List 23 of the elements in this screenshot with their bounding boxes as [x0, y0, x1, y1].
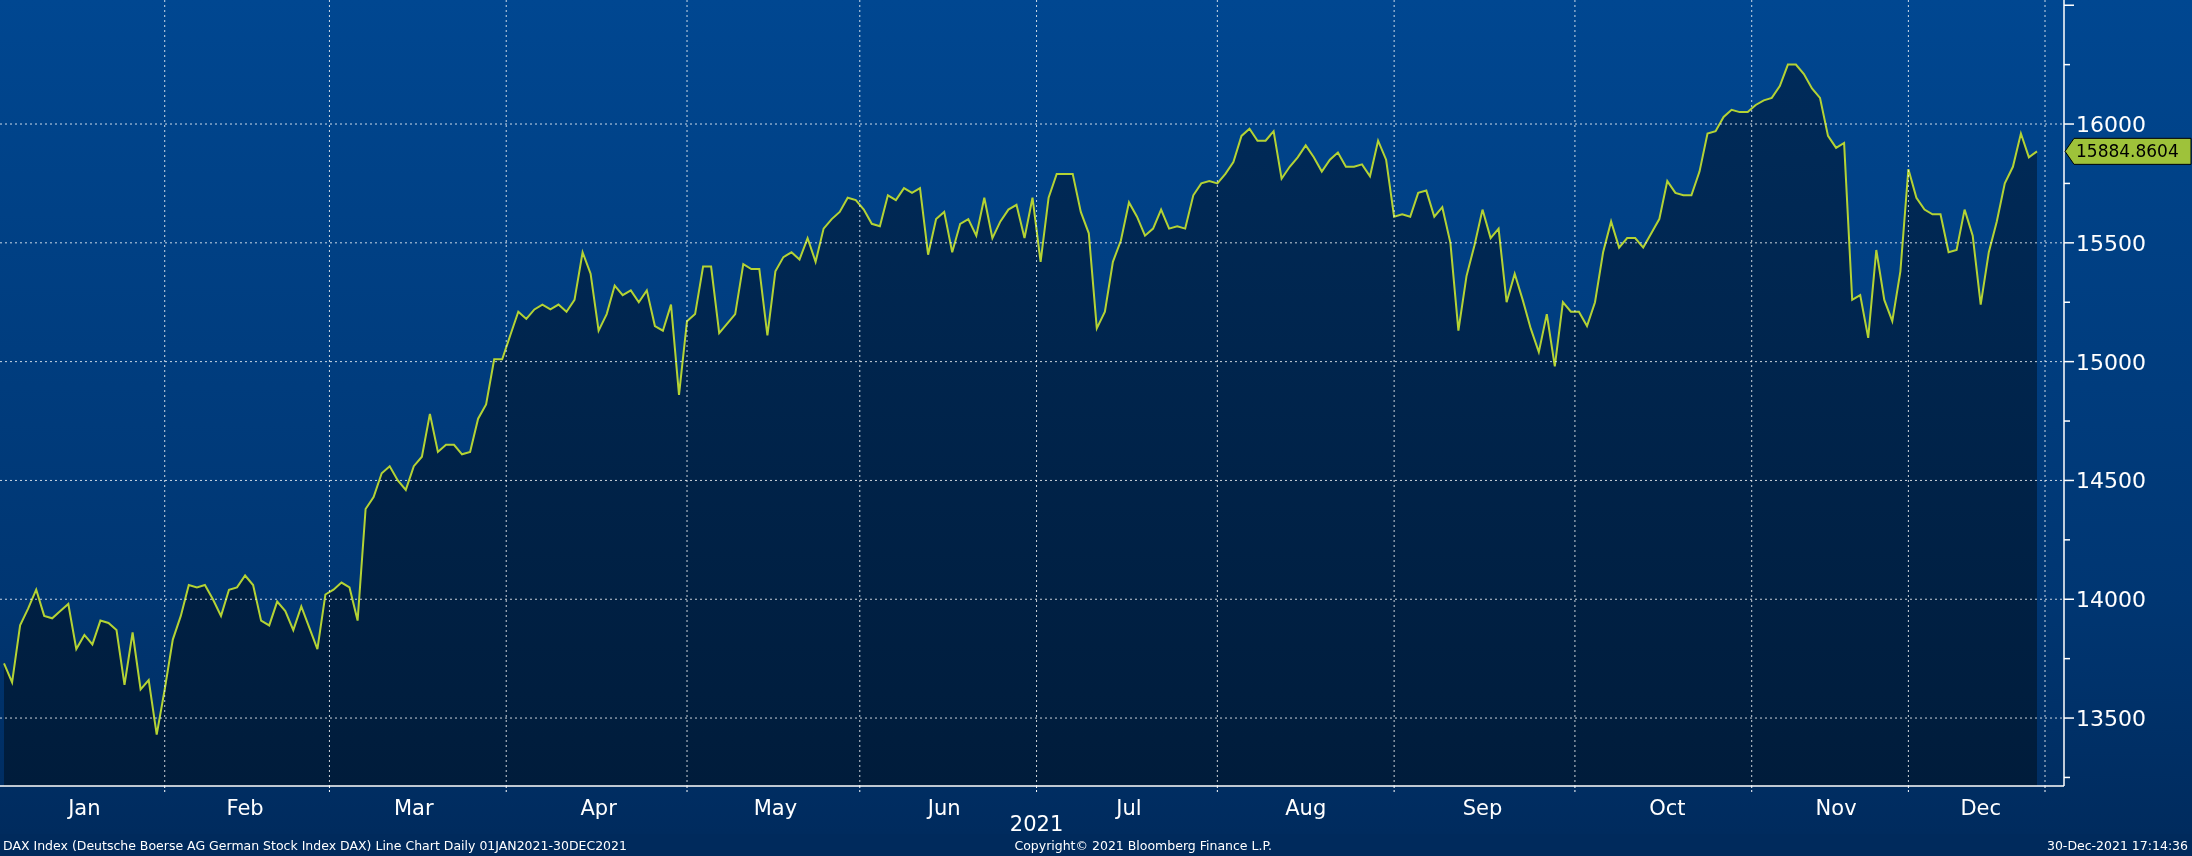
x-axis-label: Jun [927, 796, 961, 820]
chart-title: DAX Index (Deutsche Boerse AG German Stock Index DAX) Line Chart Daily 01JAN2021-30DEC2021 [3, 837, 627, 853]
y-axis-label: 14000 [2076, 587, 2146, 613]
copyright-text: Copyright© 2021 Bloomberg Finance L.P. [1014, 837, 1273, 853]
x-axis-label: Aug [1285, 796, 1327, 820]
last-price-tag: 15884.8604 [2064, 137, 2192, 165]
x-axis-label: Apr [580, 796, 617, 820]
x-axis-label: Dec [1960, 796, 2002, 820]
y-axis-label: 16000 [2076, 112, 2146, 138]
x-axis-label: Nov [1815, 796, 1857, 820]
x-axis-label: Feb [226, 796, 264, 820]
timestamp: 30-Dec-2021 17:14:36 [2046, 837, 2188, 853]
x-axis-label: Jan [68, 796, 101, 820]
year-label: 2021 [1009, 812, 1064, 834]
x-axis-label: Mar [394, 796, 434, 820]
y-axis-label: 14500 [2076, 468, 2146, 494]
x-axis-label: May [753, 796, 798, 820]
y-axis-label: 15500 [2076, 230, 2146, 256]
y-axis-label: 15000 [2076, 349, 2146, 375]
x-axis-label: Jul [1116, 796, 1142, 820]
x-axis-label: Sep [1462, 796, 1503, 820]
x-axis-label: Oct [1649, 796, 1686, 820]
y-axis-label: 13500 [2076, 706, 2146, 732]
